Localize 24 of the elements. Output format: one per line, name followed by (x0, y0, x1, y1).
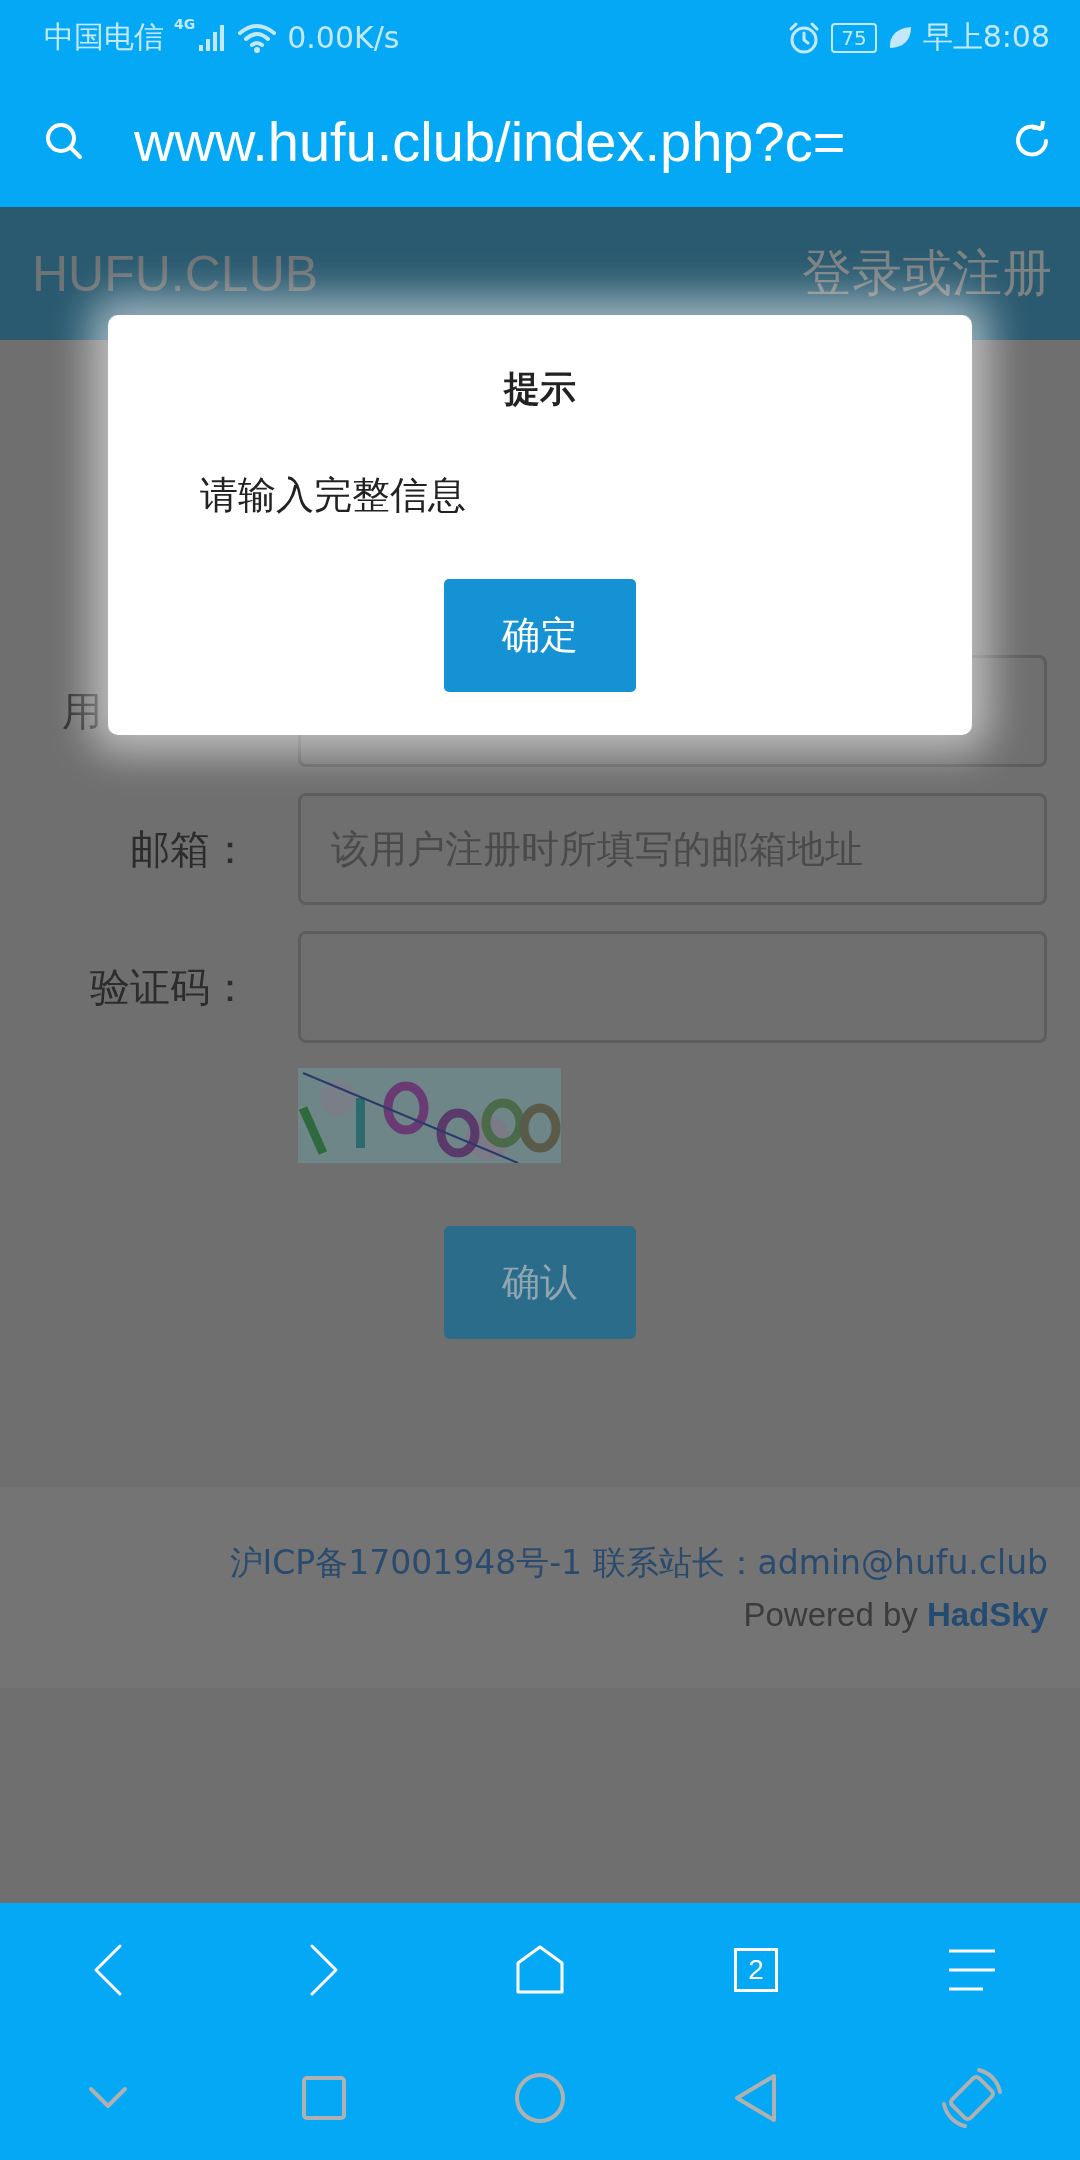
carrier-name: 中国电信 (44, 18, 164, 56)
wifi-icon (237, 21, 278, 54)
tab-count: 2 (748, 1953, 764, 1986)
menu-icon[interactable] (947, 1948, 997, 1991)
site-logo[interactable]: HUFU.CLUB (32, 244, 319, 303)
dialog-message: 请输入完整信息 (200, 472, 466, 519)
tabs-button[interactable]: 2 (734, 1947, 778, 1992)
field-label: 用 (61, 686, 103, 736)
home-icon[interactable] (516, 1944, 564, 1995)
network-type: 4G (174, 16, 196, 32)
clock: 早上8:08 (922, 18, 1050, 56)
search-icon[interactable] (44, 121, 84, 161)
network-speed: 0.00K/s (287, 20, 400, 55)
back-icon[interactable] (93, 1943, 123, 1996)
battery-percent: 75 (841, 25, 867, 50)
field-label: 验证码： (89, 962, 250, 1012)
login-link[interactable]: 登录或注册 (802, 240, 1052, 307)
powered-by-text: Powered by HadSky (743, 1596, 1048, 1634)
icp-contact-text: 沪ICP备17001948号-1 联系站长：admin@hufu.club (229, 1542, 1048, 1584)
field-label: 邮箱： (129, 824, 250, 874)
dialog-title: 提示 (504, 367, 576, 411)
forward-icon[interactable] (309, 1943, 339, 1996)
confirm-button[interactable]: 确认 (444, 1226, 636, 1339)
ok-button[interactable]: 确定 (444, 579, 636, 692)
